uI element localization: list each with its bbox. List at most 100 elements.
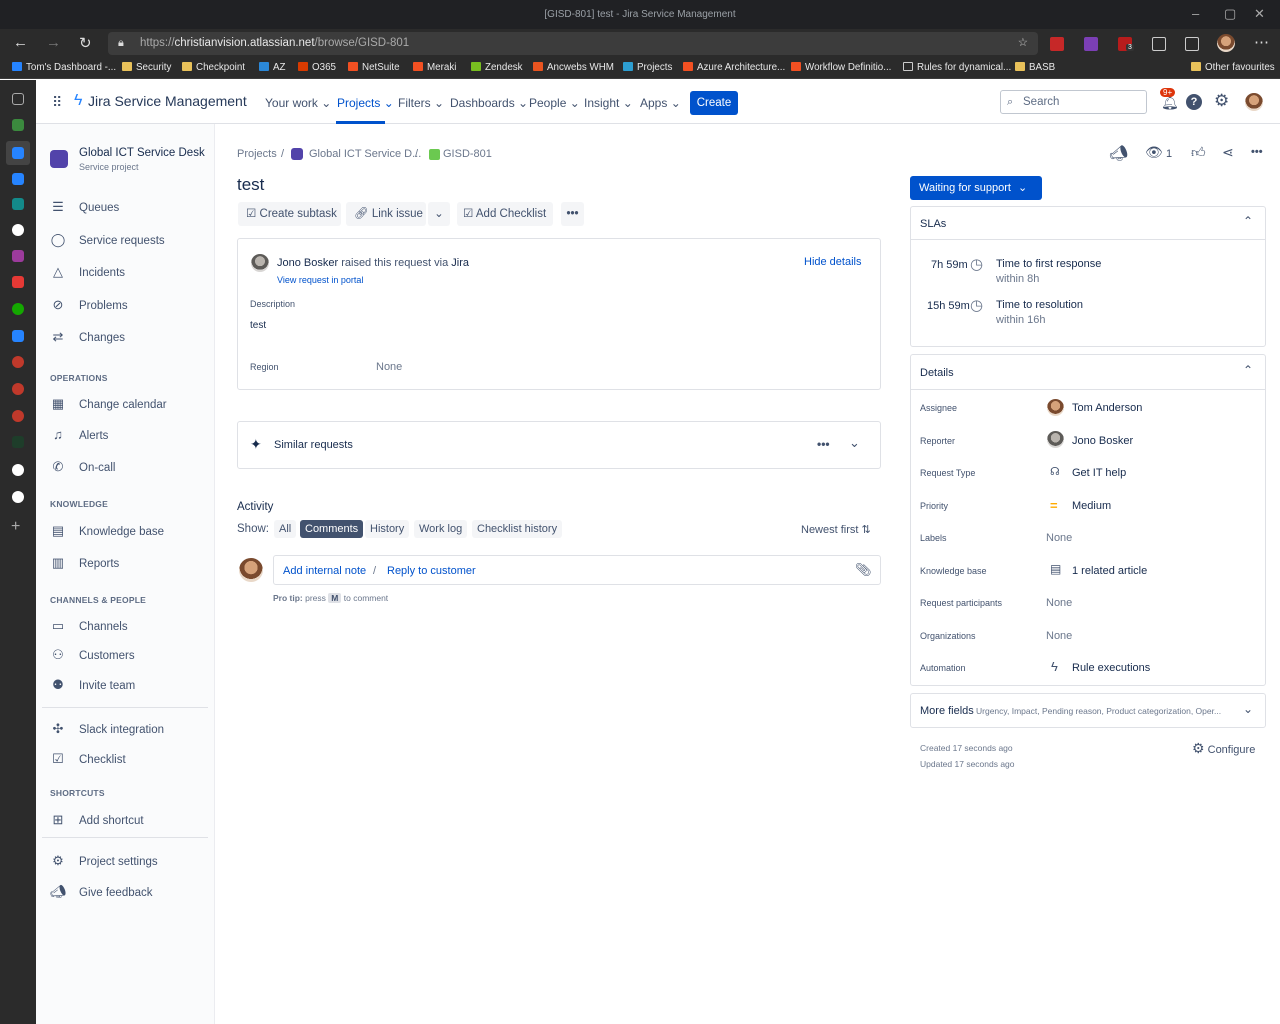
configure-button[interactable]: ⚙ Configure: [1192, 740, 1255, 757]
tab-icon[interactable]: [12, 119, 24, 131]
thumbs-up-icon[interactable]: 👍︎: [1191, 144, 1206, 161]
bookmark[interactable]: O365: [298, 62, 336, 73]
tab-icon[interactable]: [12, 198, 24, 210]
more-icon[interactable]: •••: [817, 437, 830, 451]
raiser-name[interactable]: Jono Bosker: [277, 257, 338, 269]
tab-icon[interactable]: [12, 436, 24, 448]
tab-icon[interactable]: [12, 173, 24, 185]
status-button[interactable]: Waiting for support ⌄: [910, 176, 1042, 200]
activity-tab-all[interactable]: All: [274, 520, 297, 538]
bookmark[interactable]: Rules for dynamical...: [903, 62, 1011, 73]
activity-tab-work-log[interactable]: Work log: [414, 520, 468, 538]
bookmark[interactable]: Workflow Definitio...: [791, 62, 891, 73]
extension-onenote-icon[interactable]: [1084, 37, 1098, 51]
add-internal-note-link[interactable]: Add internal note: [283, 565, 366, 577]
app-switcher-icon[interactable]: ⠿: [52, 94, 62, 111]
nav-dashboards[interactable]: Dashboards ⌄: [450, 96, 528, 110]
create-button[interactable]: Create: [690, 91, 738, 115]
extension-lastpass-icon[interactable]: [1050, 37, 1064, 51]
bookmark[interactable]: Meraki: [413, 62, 456, 73]
sidebar-item-give-feedback[interactable]: 📣︎ Give feedback: [50, 884, 153, 900]
sort-order-toggle[interactable]: Newest first ⇅: [801, 523, 871, 536]
chevron-down-icon[interactable]: ⌄: [849, 435, 860, 451]
share-icon[interactable]: [1185, 37, 1199, 51]
tab-icon[interactable]: [12, 330, 24, 342]
refresh-icon[interactable]: ↻: [79, 34, 92, 52]
feedback-megaphone-icon[interactable]: 📣︎: [1109, 144, 1128, 162]
watch-eye-icon[interactable]: 👁︎: [1145, 144, 1163, 161]
field-value-request-type[interactable]: Get IT help: [1072, 467, 1126, 479]
sidebar-item-slack-integration[interactable]: ✣ Slack integration: [50, 721, 164, 737]
issue-title[interactable]: test: [237, 175, 264, 195]
description-text[interactable]: test: [250, 320, 266, 331]
sidebar-item-customers[interactable]: ⚇ Customers: [50, 647, 134, 663]
chevron-up-icon[interactable]: ⌃: [1243, 214, 1253, 228]
google-tab-icon[interactable]: [12, 464, 24, 476]
user-avatar[interactable]: [1245, 93, 1263, 111]
favorite-star-icon[interactable]: ☆: [1018, 32, 1028, 55]
sidebar-item-alerts[interactable]: ♫ Alerts: [50, 427, 108, 442]
view-request-in-portal-link[interactable]: View request in portal: [277, 275, 363, 285]
sidebar-item-invite-team[interactable]: ⚉ Invite team: [50, 677, 135, 693]
nav-your-work[interactable]: Your work ⌄: [265, 96, 331, 110]
link-issue-button[interactable]: 🔗︎ Link issue: [346, 202, 426, 226]
address-bar[interactable]: 🔒︎ https://christianvision.atlassian.net/…: [108, 32, 1038, 55]
nav-apps[interactable]: Apps ⌄: [640, 96, 681, 110]
link-issue-dropdown[interactable]: ⌄: [428, 202, 450, 226]
product-name[interactable]: Jira Service Management: [88, 93, 247, 109]
share-icon[interactable]: ⋖: [1222, 144, 1234, 161]
sidebar-item-change-calendar[interactable]: ▦ Change calendar: [50, 396, 167, 412]
chevron-up-icon[interactable]: ⌃: [1243, 363, 1253, 377]
tab-actions-icon[interactable]: [12, 93, 24, 105]
breadcrumb-issue-key[interactable]: GISD-801: [443, 148, 492, 160]
bookmark[interactable]: Security: [122, 62, 171, 73]
close-icon[interactable]: ✕: [1254, 6, 1265, 22]
jira-tab-icon[interactable]: [12, 147, 24, 159]
maximize-icon[interactable]: ▢: [1224, 6, 1236, 22]
slas-header[interactable]: [910, 206, 1266, 240]
browser-profile-avatar[interactable]: [1217, 34, 1235, 52]
settings-gear-icon[interactable]: ⚙: [1214, 91, 1229, 111]
field-value-automation[interactable]: Rule executions: [1072, 662, 1150, 674]
field-value-assignee[interactable]: Tom Anderson: [1072, 402, 1142, 414]
bookmark[interactable]: Projects: [623, 62, 672, 73]
forward-icon[interactable]: →: [46, 34, 61, 51]
bookmark[interactable]: BASB: [1015, 62, 1055, 73]
tab-icon[interactable]: [12, 356, 24, 368]
more-icon[interactable]: •••: [1251, 146, 1263, 158]
add-checklist-button[interactable]: ☑ Add Checklist: [457, 202, 553, 226]
chevron-down-icon[interactable]: ⌄: [1243, 702, 1253, 716]
sidebar-item-queues[interactable]: ☰ Queues: [50, 199, 119, 215]
field-value-priority[interactable]: Medium: [1072, 500, 1111, 512]
tab-icon[interactable]: [12, 410, 24, 422]
nav-people[interactable]: People ⌄: [529, 96, 580, 110]
sidebar-item-service-requests[interactable]: ◯ Service requests: [50, 232, 165, 248]
sidebar-item-reports[interactable]: ▥ Reports: [50, 555, 119, 571]
collections-icon[interactable]: [1152, 37, 1166, 51]
activity-tab-comments[interactable]: Comments: [300, 520, 364, 538]
attachment-icon[interactable]: 📎︎: [855, 562, 872, 578]
field-value-knowledge-base[interactable]: 1 related article: [1072, 565, 1147, 577]
tab-icon[interactable]: [12, 250, 24, 262]
field-value-organizations[interactable]: None: [1046, 630, 1072, 642]
tab-icon[interactable]: [12, 303, 24, 315]
google-tab-icon[interactable]: [12, 491, 24, 503]
sidebar-item-knowledge-base[interactable]: ▤ Knowledge base: [50, 523, 164, 539]
breadcrumb-projects[interactable]: Projects: [237, 148, 277, 160]
sidebar-item-incidents[interactable]: △ Incidents: [50, 264, 125, 280]
bookmark[interactable]: Zendesk: [471, 62, 523, 73]
region-value[interactable]: None: [376, 361, 402, 373]
hide-details-link[interactable]: Hide details: [804, 256, 861, 268]
new-tab-plus-icon[interactable]: +: [11, 518, 20, 536]
nav-insight[interactable]: Insight ⌄: [584, 96, 633, 110]
bookmark[interactable]: Ancwebs WHM: [533, 62, 614, 73]
nav-projects[interactable]: Projects ⌄: [337, 96, 394, 110]
activity-tab-checklist-history[interactable]: Checklist history: [472, 520, 563, 538]
sidebar-item-add-shortcut[interactable]: ⊞ Add shortcut: [50, 812, 144, 828]
sidebar-item-problems[interactable]: ⊘ Problems: [50, 297, 128, 313]
sidebar-item-channels[interactable]: ▭ Channels: [50, 618, 128, 634]
browser-menu-icon[interactable]: ⋯: [1254, 33, 1269, 51]
back-icon[interactable]: ←: [13, 34, 28, 51]
create-subtask-button[interactable]: ☑ Create subtask: [238, 202, 341, 226]
help-icon[interactable]: ?: [1186, 94, 1202, 110]
